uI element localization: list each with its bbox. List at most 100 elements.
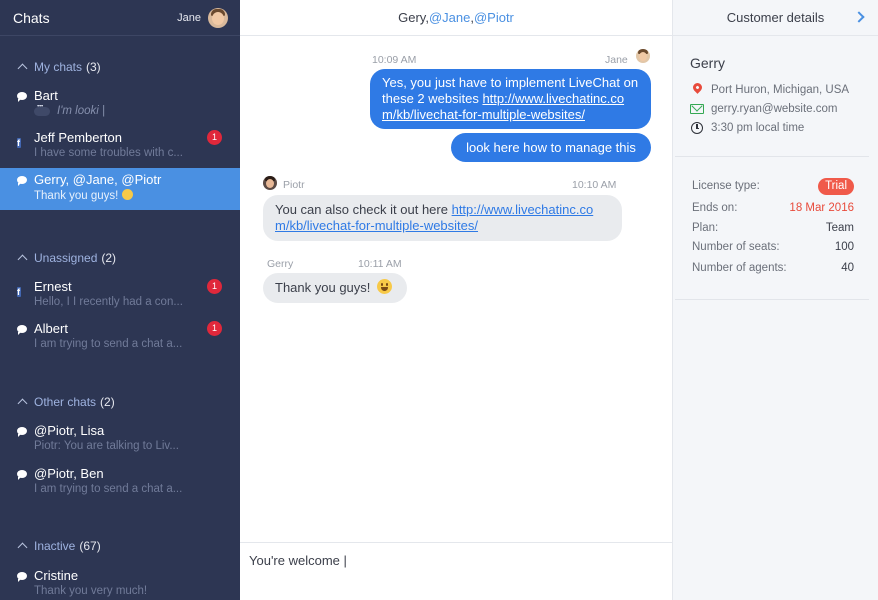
message-bubble-outgoing: look here how to manage this: [451, 133, 651, 162]
ends-on-row: Ends on: 18 Mar 2016: [692, 202, 854, 214]
license-type-row: License type: Trial: [692, 177, 854, 195]
section-count: (3): [86, 60, 101, 74]
chat-bubble-icon: [17, 91, 27, 102]
section-header-inactive[interactable]: Inactive (67): [0, 536, 240, 556]
smile-emoji-icon: [121, 189, 133, 200]
chat-preview: I have some troubles with c...: [34, 147, 183, 159]
section-count: (67): [79, 539, 101, 553]
chat-item-piotr-lisa[interactable]: @Piotr, Lisa Piotr: You are talking to L…: [0, 419, 240, 461]
clock-icon: [690, 121, 704, 135]
jane-avatar: [636, 49, 650, 63]
section-header-unassigned[interactable]: Unassigned (2): [0, 248, 240, 268]
chat-main: Gery, @Jane, @Piotr 10:09 AM Jane Yes, y…: [240, 0, 672, 600]
section-my-chats: My chats (3): [0, 57, 240, 77]
message-author: Piotr: [283, 179, 305, 191]
sidebar-title: Chats: [13, 9, 50, 26]
section-label: My chats: [34, 60, 83, 74]
chat-item-albert[interactable]: Albert I am trying to send a chat a... 1: [0, 317, 240, 359]
agents-row: Number of agents: 40: [692, 262, 854, 274]
divider: [675, 156, 869, 157]
plan-row: Plan: Team: [692, 222, 854, 234]
message-bubble-incoming: Thank you guys!: [263, 273, 407, 303]
message-bubble-incoming: You can also check it out here http://ww…: [263, 195, 622, 241]
section-unassigned: Unassigned (2): [0, 248, 240, 268]
chat-preview: Hello, I I recently had a con...: [34, 296, 183, 308]
chat-bubble-icon: [17, 175, 27, 186]
section-label: Other chats: [34, 395, 97, 409]
chat-name: @Piotr, Ben: [34, 466, 104, 481]
chat-preview: I'm looki |: [34, 105, 190, 117]
chat-item-ernest[interactable]: f Ernest Hello, I I recently had a con..…: [0, 275, 240, 317]
piotr-avatar: [263, 176, 277, 190]
seats-row: Number of seats: 100: [692, 241, 854, 253]
chat-item-bart[interactable]: Bart I'm looki |: [0, 84, 240, 126]
chat-item-jeff-pemberton[interactable]: f Jeff Pemberton I have some troubles wi…: [0, 126, 240, 168]
customer-location: Port Huron, Michigan, USA: [690, 81, 849, 98]
sidebar-header: Chats Jane: [0, 0, 240, 36]
current-user-name[interactable]: Jane: [177, 12, 201, 24]
message-author: Jane: [605, 54, 628, 66]
chat-item-gerry-group[interactable]: Gerry, @Jane, @Piotr Thank you guys!: [0, 168, 240, 210]
facebook-icon: f: [17, 287, 21, 297]
trial-badge: Trial: [818, 177, 854, 195]
chat-header-title: Gery, @Jane, @Piotr: [240, 0, 672, 36]
chat-name: @Piotr, Lisa: [34, 423, 105, 438]
message-bubble-outgoing: Yes, you just have to implement LiveChat…: [370, 69, 651, 129]
chevron-up-icon: [17, 63, 28, 74]
unread-badge: 1: [207, 321, 222, 336]
message-time: 10:09 AM: [372, 54, 417, 66]
chat-preview: I am trying to send a chat a...: [34, 338, 183, 350]
details-title: Customer details: [726, 10, 825, 25]
message-composer-input[interactable]: You're welcome |: [240, 542, 672, 600]
chat-bubble-icon: [17, 571, 27, 582]
typing-indicator-icon: [34, 105, 50, 116]
location-pin-icon: [690, 81, 704, 97]
chat-item-cristine[interactable]: Cristine Thank you very much!: [0, 564, 240, 600]
unread-badge: 1: [207, 130, 222, 145]
chat-bubble-icon: [17, 426, 27, 437]
customer-details-panel: Customer details Gerry Port Huron, Michi…: [672, 0, 878, 600]
mail-icon: [690, 102, 704, 116]
chevron-up-icon: [17, 398, 28, 409]
section-label: Inactive: [34, 539, 76, 553]
message-link[interactable]: http://www.livechatinc.co: [452, 202, 594, 217]
chat-name: Bart: [34, 88, 58, 103]
section-label: Unassigned: [34, 251, 98, 265]
current-user-avatar[interactable]: [208, 7, 228, 28]
chat-preview: Thank you very much!: [34, 585, 148, 597]
divider: [675, 299, 869, 300]
chat-preview: I am trying to send a chat a...: [34, 483, 183, 495]
section-count: (2): [100, 395, 115, 409]
smile-emoji-icon: [377, 279, 393, 294]
message-time: 10:11 AM: [358, 258, 402, 270]
chat-bubble-icon: [17, 469, 27, 480]
customer-local-time: 3:30 pm local time: [690, 120, 804, 136]
message-link[interactable]: m/kb/livechat-for-multiple-websites/: [275, 218, 478, 233]
chat-preview: Thank you guys!: [34, 189, 214, 202]
details-header: Customer details: [673, 0, 878, 36]
chat-name: Gerry, @Jane, @Piotr: [34, 172, 162, 187]
unread-badge: 1: [207, 279, 222, 294]
facebook-icon: f: [17, 138, 21, 148]
chat-bubble-icon: [17, 324, 27, 335]
chat-preview: Piotr: You are talking to Liv...: [34, 440, 179, 452]
chat-item-piotr-ben[interactable]: @Piotr, Ben I am trying to send a chat a…: [0, 462, 240, 504]
mention-jane[interactable]: @Jane: [429, 10, 470, 25]
section-inactive: Inactive (67): [0, 536, 240, 556]
mention-piotr[interactable]: @Piotr: [474, 10, 514, 25]
chevron-up-icon: [17, 542, 28, 553]
message-link[interactable]: m/kb/livechat-for-multiple-websites/: [382, 107, 585, 122]
section-header-other-chats[interactable]: Other chats (2): [0, 392, 240, 412]
message-link[interactable]: http://www.livechatinc.co: [482, 91, 624, 106]
message-author: Gerry: [267, 258, 294, 270]
section-count: (2): [101, 251, 117, 265]
message-time: 10:10 AM: [572, 179, 617, 191]
customer-name: Gerry: [690, 55, 725, 71]
customer-email[interactable]: gerry.ryan@website.com: [690, 101, 838, 117]
chevron-right-icon[interactable]: [853, 11, 865, 23]
chevron-up-icon: [17, 254, 28, 265]
chat-sidebar: Chats Jane My chats (3) Bart I'm looki |…: [0, 0, 240, 600]
section-header-my-chats[interactable]: My chats (3): [0, 57, 240, 77]
section-other-chats: Other chats (2): [0, 392, 240, 412]
chat-name: Cristine: [34, 568, 79, 583]
